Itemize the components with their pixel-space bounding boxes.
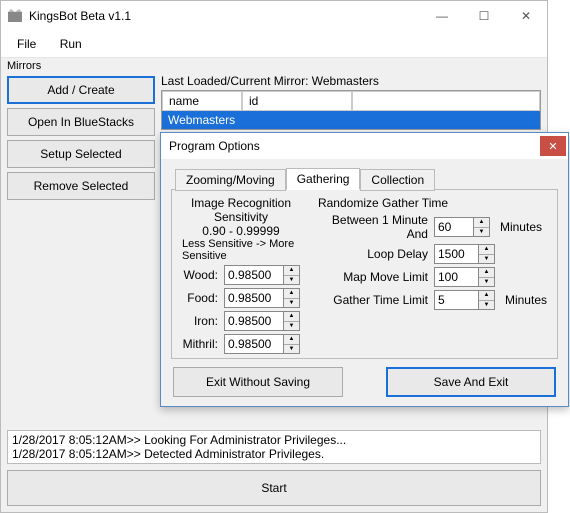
iron-label: Iron: (194, 314, 218, 328)
save-and-exit-button[interactable]: Save And Exit (386, 367, 556, 397)
mithril-label: Mithril: (183, 337, 218, 351)
between-suffix: Minutes (500, 220, 542, 234)
food-label: Food: (187, 291, 218, 305)
randomize-group: Randomize Gather Time Between 1 Minute A… (318, 196, 547, 352)
minimize-button[interactable]: — (421, 2, 463, 30)
menu-run[interactable]: Run (50, 34, 92, 54)
add-create-button[interactable]: Add / Create (7, 76, 155, 104)
sens-legend: Less Sensitive -> More Sensitive (182, 238, 300, 262)
iron-input[interactable] (224, 311, 284, 331)
tabs: Zooming/Moving Gathering Collection (175, 167, 558, 189)
sens-header1: Image Recognition Sensitivity (182, 196, 300, 224)
close-icon[interactable]: ✕ (540, 136, 566, 156)
titlebar: KingsBot Beta v1.1 — ☐ ✕ (1, 1, 547, 31)
wood-stepper[interactable]: ▲▼ (284, 265, 300, 285)
between-input[interactable] (434, 217, 474, 237)
cell-id (242, 111, 352, 129)
wood-label: Wood: (184, 268, 218, 282)
iron-stepper[interactable]: ▲▼ (284, 311, 300, 331)
col-id[interactable]: id (242, 91, 352, 111)
cell-name: Webmasters (162, 111, 242, 129)
window-title: KingsBot Beta v1.1 (29, 9, 421, 23)
mirrors-grid[interactable]: name id Webmasters (161, 90, 541, 130)
gtl-suffix: Minutes (505, 293, 547, 307)
log-line: 1/28/2017 8:05:12AM>> Looking For Admini… (12, 433, 536, 447)
tab-gathering[interactable]: Gathering (286, 168, 361, 190)
mithril-input[interactable] (224, 334, 284, 354)
dialog-title: Program Options (169, 139, 540, 153)
open-bluestacks-button[interactable]: Open In BlueStacks (7, 108, 155, 136)
food-input[interactable] (224, 288, 284, 308)
log-line: 1/28/2017 8:05:12AM>> Detected Administr… (12, 447, 536, 461)
tab-zooming[interactable]: Zooming/Moving (175, 169, 286, 191)
col-name[interactable]: name (162, 91, 242, 111)
dialog-titlebar: Program Options ✕ (161, 133, 568, 159)
app-icon (7, 8, 23, 24)
loop-input[interactable] (434, 244, 479, 264)
sensitivity-group: Image Recognition Sensitivity 0.90 - 0.9… (182, 196, 300, 352)
window-close-button[interactable]: ✕ (505, 2, 547, 30)
gtl-label: Gather Time Limit (318, 293, 428, 307)
options-dialog: Program Options ✕ Zooming/Moving Gatheri… (160, 132, 569, 407)
rand-header: Randomize Gather Time (318, 196, 547, 210)
between-stepper[interactable]: ▲▼ (474, 217, 490, 237)
remove-selected-button[interactable]: Remove Selected (7, 172, 155, 200)
setup-selected-button[interactable]: Setup Selected (7, 140, 155, 168)
loop-stepper[interactable]: ▲▼ (479, 244, 495, 264)
current-mirror-label: Last Loaded/Current Mirror: Webmasters (161, 74, 541, 90)
tab-panel: Image Recognition Sensitivity 0.90 - 0.9… (171, 189, 558, 359)
start-button[interactable]: Start (7, 470, 541, 506)
loop-label: Loop Delay (318, 247, 428, 261)
sens-header2: 0.90 - 0.99999 (182, 224, 300, 238)
col-spacer (352, 91, 540, 111)
mirrors-label: Mirrors (1, 58, 547, 74)
gtl-input[interactable] (434, 290, 479, 310)
maximize-button[interactable]: ☐ (463, 2, 505, 30)
food-stepper[interactable]: ▲▼ (284, 288, 300, 308)
sidebar: Add / Create Open In BlueStacks Setup Se… (7, 74, 155, 200)
menubar: File Run (1, 31, 547, 58)
map-label: Map Move Limit (318, 270, 428, 284)
wood-input[interactable] (224, 265, 284, 285)
exit-without-saving-button[interactable]: Exit Without Saving (173, 367, 343, 397)
gtl-stepper[interactable]: ▲▼ (479, 290, 495, 310)
log-panel: 1/28/2017 8:05:12AM>> Looking For Admini… (7, 430, 541, 464)
between-label: Between 1 Minute And (318, 213, 428, 241)
map-input[interactable] (434, 267, 479, 287)
table-row[interactable]: Webmasters (162, 111, 540, 129)
map-stepper[interactable]: ▲▼ (479, 267, 495, 287)
tab-collection[interactable]: Collection (360, 169, 435, 191)
mithril-stepper[interactable]: ▲▼ (284, 334, 300, 354)
menu-file[interactable]: File (7, 34, 46, 54)
